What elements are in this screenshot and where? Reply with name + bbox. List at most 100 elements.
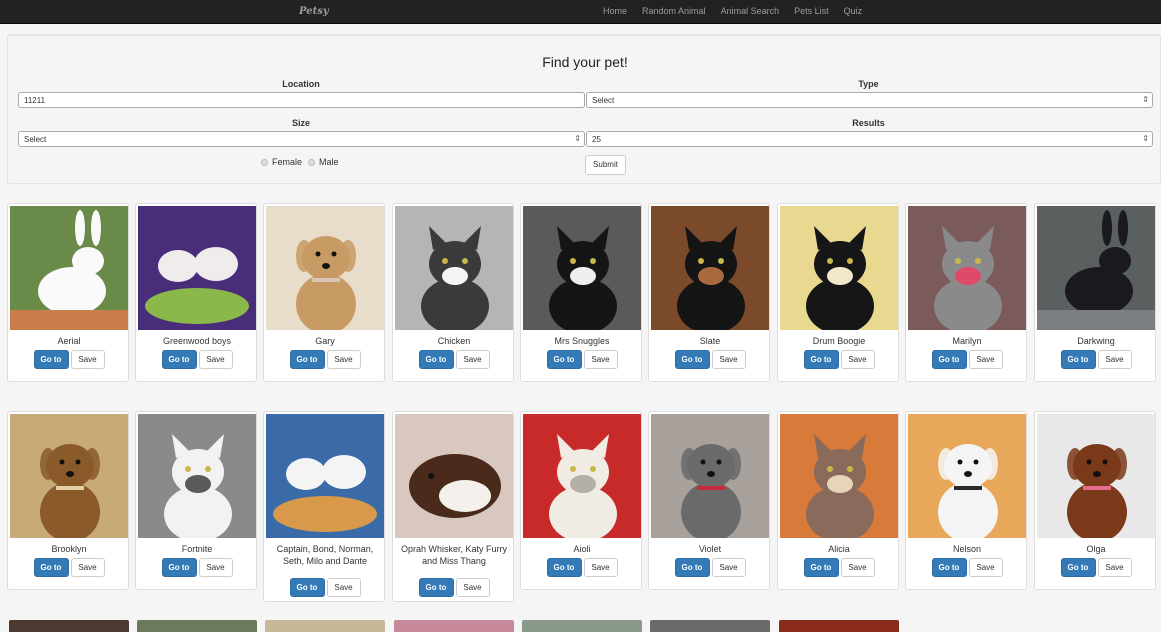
cat-photo[interactable] <box>395 206 513 330</box>
female-radio[interactable] <box>261 158 268 166</box>
save-button[interactable]: Save <box>711 558 746 577</box>
guinea-pig-photo[interactable] <box>395 414 513 538</box>
submit-button[interactable]: Submit <box>585 155 626 175</box>
pet-card-actions: Go to Save <box>649 558 771 577</box>
go-to-button[interactable]: Go to <box>418 350 454 369</box>
cat-photo[interactable] <box>138 414 256 538</box>
cat-photo[interactable] <box>523 206 641 330</box>
pet-card-partial[interactable] <box>9 620 129 632</box>
size-select[interactable]: Select <box>18 131 585 147</box>
pet-name: Oprah Whisker, Katy Furry and Miss Thang <box>400 544 508 566</box>
save-button[interactable]: Save <box>70 350 105 369</box>
go-to-button[interactable]: Go to <box>33 350 69 369</box>
location-input[interactable]: 11211 <box>18 92 585 108</box>
save-button[interactable]: Save <box>968 558 1003 577</box>
go-to-button[interactable]: Go to <box>161 350 197 369</box>
save-button[interactable]: Save <box>326 578 361 597</box>
pet-card-partial[interactable] <box>265 620 385 632</box>
pet-card-partial[interactable] <box>650 620 770 632</box>
save-button[interactable]: Save <box>198 350 233 369</box>
pet-name: Brooklyn <box>51 544 87 554</box>
dog-photo[interactable] <box>908 414 1026 538</box>
pet-card: Aerial Go to Save <box>7 203 129 382</box>
go-to-button[interactable]: Go to <box>931 558 967 577</box>
nav-pets-list[interactable]: Pets List <box>794 6 829 16</box>
go-to-button[interactable]: Go to <box>931 350 967 369</box>
brand-logo[interactable]: Petsy <box>299 6 329 17</box>
save-button[interactable]: Save <box>326 350 361 369</box>
save-button[interactable]: Save <box>711 350 746 369</box>
nav-animal-search[interactable]: Animal Search <box>721 6 780 16</box>
go-to-button[interactable]: Go to <box>803 350 839 369</box>
female-label: Female <box>272 157 303 167</box>
save-button[interactable]: Save <box>455 578 490 597</box>
pet-card: Alicia Go to Save <box>777 411 899 590</box>
go-to-button[interactable]: Go to <box>1060 558 1096 577</box>
rats-photo[interactable] <box>266 414 384 538</box>
save-button[interactable]: Save <box>583 350 618 369</box>
go-to-button[interactable]: Go to <box>674 350 710 369</box>
cat-photo[interactable] <box>908 206 1026 330</box>
save-button[interactable]: Save <box>583 558 618 577</box>
nav-random-animal[interactable]: Random Animal <box>642 6 706 16</box>
rabbit-photo[interactable] <box>1037 206 1155 330</box>
pet-card-actions: Go to Save <box>778 350 900 369</box>
pet-card: Captain, Bond, Norman, Seth, Milo and Da… <box>263 411 385 602</box>
pet-card: Slate Go to Save <box>648 203 770 382</box>
dog-photo[interactable] <box>266 206 384 330</box>
male-label: Male <box>319 157 339 167</box>
pet-card-partial[interactable] <box>522 620 642 632</box>
go-to-button[interactable]: Go to <box>418 578 454 597</box>
save-button[interactable]: Save <box>968 350 1003 369</box>
pet-card-actions: Go to Save <box>8 350 130 369</box>
pet-name: Olga <box>1086 544 1106 554</box>
save-button[interactable]: Save <box>1097 350 1132 369</box>
rats-photo[interactable] <box>138 206 256 330</box>
dog-photo[interactable] <box>1037 414 1155 538</box>
save-button[interactable]: Save <box>1097 558 1132 577</box>
go-to-button[interactable]: Go to <box>289 350 325 369</box>
cat-photo[interactable] <box>651 206 769 330</box>
pet-name: Mrs Snuggles <box>554 336 610 346</box>
female-option[interactable]: Female <box>261 157 302 167</box>
go-to-button[interactable]: Go to <box>33 558 69 577</box>
nav-quiz[interactable]: Quiz <box>844 6 863 16</box>
pet-name: Alicia <box>828 544 850 554</box>
pet-card-actions: Go to Save <box>264 578 386 597</box>
cat-photo[interactable] <box>780 206 898 330</box>
save-button[interactable]: Save <box>840 558 875 577</box>
pet-card-partial[interactable] <box>394 620 514 632</box>
go-to-button[interactable]: Go to <box>289 578 325 597</box>
go-to-button[interactable]: Go to <box>674 558 710 577</box>
nav-home[interactable]: Home <box>603 6 627 16</box>
cat-photo[interactable] <box>780 414 898 538</box>
size-label: Size <box>291 118 310 128</box>
male-radio[interactable] <box>308 158 315 166</box>
results-select[interactable]: 25 <box>586 131 1153 147</box>
pet-card: Aioli Go to Save <box>520 411 642 590</box>
pet-card-partial[interactable] <box>137 620 257 632</box>
pet-card-actions: Go to Save <box>521 350 643 369</box>
go-to-button[interactable]: Go to <box>1060 350 1096 369</box>
save-button[interactable]: Save <box>455 350 490 369</box>
save-button[interactable]: Save <box>198 558 233 577</box>
rabbit-photo[interactable] <box>10 206 128 330</box>
pet-card-partial[interactable] <box>779 620 899 632</box>
go-to-button[interactable]: Go to <box>161 558 197 577</box>
pet-name: Captain, Bond, Norman, Seth, Milo and Da… <box>276 544 374 566</box>
go-to-button[interactable]: Go to <box>546 350 582 369</box>
save-button[interactable]: Save <box>840 350 875 369</box>
pet-name: Slate <box>699 336 721 346</box>
page-title: Find your pet! <box>542 54 628 70</box>
go-to-button[interactable]: Go to <box>803 558 839 577</box>
save-button[interactable]: Save <box>70 558 105 577</box>
pet-card: Darkwing Go to Save <box>1034 203 1156 382</box>
dog-photo[interactable] <box>651 414 769 538</box>
go-to-button[interactable]: Go to <box>546 558 582 577</box>
type-select[interactable]: Select <box>586 92 1153 108</box>
male-option[interactable]: Male <box>308 157 339 167</box>
pet-card-actions: Go to Save <box>393 578 515 597</box>
cat-photo[interactable] <box>523 414 641 538</box>
dog-photo[interactable] <box>10 414 128 538</box>
pet-card-actions: Go to Save <box>778 558 900 577</box>
